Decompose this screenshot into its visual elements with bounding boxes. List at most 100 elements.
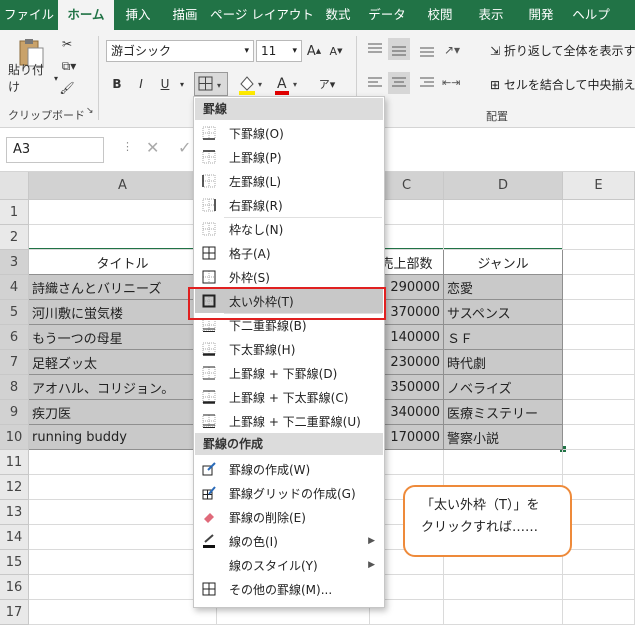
table-cell[interactable]: ノベライズ xyxy=(444,375,563,400)
grid-cell[interactable] xyxy=(563,325,635,350)
menu-item-thick-bottom-border[interactable]: 下太罫線(H) xyxy=(195,337,383,361)
grid-cell[interactable] xyxy=(563,525,635,550)
grid-cell[interactable] xyxy=(563,400,635,425)
grid-cell[interactable] xyxy=(29,225,217,250)
table-cell[interactable]: 時代劇 xyxy=(444,350,563,375)
menu-item-erase-border[interactable]: 罫線の削除(E) xyxy=(195,505,383,529)
menu-item-top-border[interactable]: 上罫線(P) xyxy=(195,145,383,169)
tab-page-layout[interactable]: ページ レイアウト xyxy=(208,0,316,30)
increase-font-icon[interactable]: A ▲ xyxy=(306,42,322,60)
grid-cell[interactable] xyxy=(444,450,563,475)
row-header[interactable]: 10 xyxy=(0,425,29,450)
menu-item-no-border[interactable]: 枠なし(N) xyxy=(195,217,383,241)
row-header[interactable]: 2 xyxy=(0,225,29,250)
grid-cell[interactable] xyxy=(444,200,563,225)
enter-icon[interactable]: ✓ xyxy=(178,138,191,157)
tab-insert[interactable]: 挿入 xyxy=(114,0,162,30)
grid-cell[interactable] xyxy=(29,200,217,225)
table-cell[interactable]: タイトル xyxy=(29,250,217,275)
grid-cell[interactable] xyxy=(563,450,635,475)
select-all-corner[interactable] xyxy=(0,172,29,200)
grid-cell[interactable] xyxy=(29,525,217,550)
grid-cell[interactable] xyxy=(563,550,635,575)
grid-cell[interactable] xyxy=(563,225,635,250)
wrap-text-button[interactable]: ⇲ 折り返して全体を表示する xyxy=(490,42,635,60)
underline-dropdown-icon[interactable]: ▾ xyxy=(176,74,188,94)
table-cell[interactable]: アオハル、コリジョン。 xyxy=(29,375,217,400)
grid-cell[interactable] xyxy=(563,300,635,325)
menu-item-bottom-border[interactable]: 下罫線(O) xyxy=(195,121,383,145)
borders-button[interactable]: ▾ xyxy=(194,72,228,96)
menu-item-left-border[interactable]: 左罫線(L) xyxy=(195,169,383,193)
row-header[interactable]: 7 xyxy=(0,350,29,375)
column-header-a[interactable]: A xyxy=(29,172,217,200)
row-header[interactable]: 8 xyxy=(0,375,29,400)
font-name-select[interactable]: 游ゴシック ▾ xyxy=(106,40,254,62)
row-header[interactable]: 15 xyxy=(0,550,29,575)
grid-cell[interactable] xyxy=(29,475,217,500)
table-cell[interactable]: サスペンス xyxy=(444,300,563,325)
tab-help[interactable]: ヘルプ xyxy=(566,0,616,30)
grid-cell[interactable] xyxy=(444,225,563,250)
grid-cell[interactable] xyxy=(563,425,635,450)
table-cell[interactable]: 足軽ズッ太 xyxy=(29,350,217,375)
table-cell[interactable]: 警察小説 xyxy=(444,425,563,450)
grid-cell[interactable] xyxy=(29,575,217,600)
grid-cell[interactable] xyxy=(563,475,635,500)
copy-icon[interactable]: ⧉▾ xyxy=(58,58,80,74)
grid-cell[interactable] xyxy=(29,550,217,575)
grid-cell[interactable] xyxy=(563,600,635,625)
grid-cell[interactable] xyxy=(29,450,217,475)
menu-item-all-borders[interactable]: 格子(A) xyxy=(195,241,383,265)
format-painter-icon[interactable]: 🖌 xyxy=(58,80,76,96)
dialog-launcher-icon[interactable]: ↘ xyxy=(86,106,94,116)
grid-cell[interactable] xyxy=(444,600,563,625)
column-header-d[interactable]: D xyxy=(444,172,563,200)
merge-center-button[interactable]: ⊞ セルを結合して中央揃え xyxy=(490,76,635,94)
grid-cell[interactable] xyxy=(563,575,635,600)
row-header[interactable]: 11 xyxy=(0,450,29,475)
row-header[interactable]: 14 xyxy=(0,525,29,550)
row-header[interactable]: 13 xyxy=(0,500,29,525)
grid-cell[interactable] xyxy=(563,200,635,225)
table-cell[interactable]: ジャンル xyxy=(444,250,563,275)
tab-developer[interactable]: 開発 xyxy=(516,0,566,30)
menu-item-draw-border-grid[interactable]: 罫線グリッドの作成(G) xyxy=(195,481,383,505)
grid-cell[interactable] xyxy=(563,350,635,375)
row-header[interactable]: 3 xyxy=(0,250,29,275)
grid-cell[interactable] xyxy=(563,500,635,525)
grid-cell[interactable] xyxy=(563,375,635,400)
table-cell[interactable]: 医療ミステリー xyxy=(444,400,563,425)
font-size-select[interactable]: 11 ▾ xyxy=(256,40,302,62)
column-header-e[interactable]: E xyxy=(563,172,635,200)
grid-cell[interactable] xyxy=(563,250,635,275)
table-cell[interactable]: 疾刀医 xyxy=(29,400,217,425)
cancel-icon[interactable]: ✕ xyxy=(146,138,159,157)
grid-cell[interactable] xyxy=(29,600,217,625)
row-header[interactable]: 5 xyxy=(0,300,29,325)
table-cell[interactable]: もう一つの母星 xyxy=(29,325,217,350)
row-header[interactable]: 9 xyxy=(0,400,29,425)
grid-cell[interactable] xyxy=(29,500,217,525)
row-header[interactable]: 6 xyxy=(0,325,29,350)
menu-item-more-borders[interactable]: その他の罫線(M)... xyxy=(195,577,383,601)
row-header[interactable]: 17 xyxy=(0,600,29,625)
menu-item-top-bottom-border[interactable]: 上罫線 + 下罫線(D) xyxy=(195,361,383,385)
tab-file[interactable]: ファイル xyxy=(0,0,58,30)
menu-item-line-color[interactable]: 線の色(I) ▶ xyxy=(195,529,383,553)
tab-draw[interactable]: 描画 xyxy=(162,0,208,30)
menu-item-draw-border[interactable]: 罫線の作成(W) xyxy=(195,457,383,481)
menu-item-right-border[interactable]: 右罫線(R) xyxy=(195,193,383,217)
underline-button[interactable]: U xyxy=(156,74,174,94)
menu-item-line-style[interactable]: 線のスタイル(Y) ▶ xyxy=(195,553,383,577)
italic-button[interactable]: I xyxy=(132,74,150,94)
cut-icon[interactable]: ✂ xyxy=(58,36,76,52)
table-cell[interactable]: 恋愛 xyxy=(444,275,563,300)
menu-item-top-double-bottom-border[interactable]: 上罫線 + 下二重罫線(U) xyxy=(195,409,383,433)
grid-cell[interactable] xyxy=(444,575,563,600)
grid-cell[interactable] xyxy=(563,275,635,300)
phonetic-icon[interactable]: ア▾ xyxy=(314,74,340,94)
bold-button[interactable]: B xyxy=(108,74,126,94)
tab-home[interactable]: ホーム xyxy=(58,0,114,30)
name-box[interactable]: A3 xyxy=(6,137,104,163)
